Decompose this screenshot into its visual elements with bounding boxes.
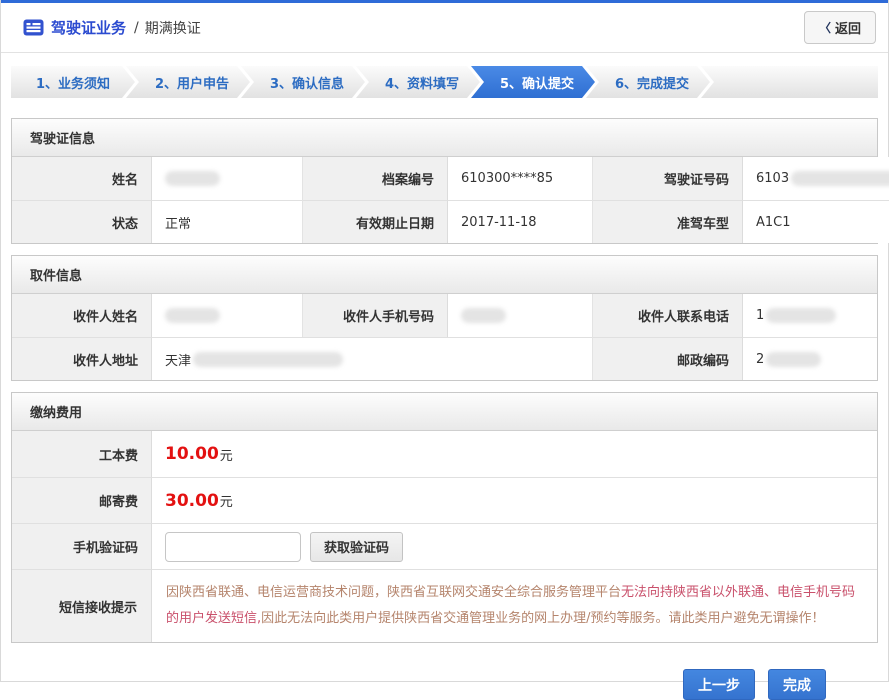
redacted-address	[193, 352, 343, 367]
license-no-label: 驾驶证号码	[593, 157, 743, 200]
chevron-left-icon: 〈	[819, 19, 831, 36]
pickup-section-title: 取件信息	[12, 256, 877, 294]
sms-notice-text-3: 因此无法向此类用户提供陕西省交通管理业务的网上办理/预约等服务。请此类用户避免无…	[261, 611, 824, 626]
back-button-label: 返回	[835, 18, 861, 37]
license-no-value: 6103〈	[743, 157, 889, 200]
step-4-fill-data[interactable]: 4、资料填写	[356, 66, 480, 98]
breadcrumb-current: 期满换证	[145, 18, 201, 38]
recipient-phone-label: 收件人联系电话	[593, 294, 743, 337]
recipient-name-label: 收件人姓名	[12, 294, 152, 337]
step-progress-bar: 1、业务须知 2、用户申告 3、确认信息 4、资料填写 5、确认提交 6、完成提…	[11, 66, 878, 98]
page-header: 驾驶证业务 / 期满换证 〈 返回	[1, 3, 888, 53]
redacted-recipient-mobile	[461, 308, 506, 323]
step-3-confirm-info[interactable]: 3、确认信息	[241, 66, 365, 98]
production-fee-value: 10.00元	[152, 431, 877, 477]
step-2-user-declaration[interactable]: 2、用户申告	[126, 66, 250, 98]
finish-button[interactable]: 完成	[768, 669, 826, 700]
footer-actions: 上一步 完成	[1, 669, 826, 700]
recipient-phone-value: 1	[743, 294, 877, 337]
license-list-icon	[23, 19, 44, 36]
postcode-value: 2	[743, 337, 877, 380]
step-6-complete-submit[interactable]: 6、完成提交	[586, 66, 710, 98]
pickup-info-section: 取件信息 收件人姓名 收件人手机号码 收件人联系电话 1 收件人地址 天津 邮政…	[11, 255, 878, 381]
mailing-fee-label: 邮寄费	[12, 477, 152, 523]
vehicle-type-value: A1C1	[743, 200, 889, 243]
page-title: 驾驶证业务	[51, 17, 126, 38]
redacted-name	[165, 171, 220, 186]
mailing-fee-value: 30.00元	[152, 477, 877, 523]
back-button[interactable]: 〈 返回	[804, 11, 876, 44]
step-5-confirm-submit[interactable]: 5、确认提交	[471, 66, 595, 98]
license-info-section: 驾驶证信息 姓名 档案编号 610300****85 驾驶证号码 6103〈 状…	[11, 118, 878, 244]
captcha-label: 手机验证码	[12, 523, 152, 569]
address-label: 收件人地址	[12, 337, 152, 380]
address-value: 天津	[152, 337, 593, 380]
status-label: 状态	[12, 200, 152, 243]
redacted-license-no	[791, 171, 889, 186]
vehicle-type-label: 准驾车型	[593, 200, 743, 243]
postcode-label: 邮政编码	[593, 337, 743, 380]
previous-step-button[interactable]: 上一步	[683, 669, 755, 700]
sms-notice-value: 因陕西省联通、电信运营商技术问题，陕西省互联网交通安全综合服务管理平台无法向持陕…	[152, 569, 877, 642]
redacted-recipient-phone	[766, 308, 836, 323]
step-bar-filler	[701, 66, 878, 98]
redacted-recipient-name	[165, 308, 220, 323]
expiry-value: 2017-11-18	[448, 200, 593, 243]
recipient-mobile-value	[448, 294, 593, 337]
recipient-mobile-label: 收件人手机号码	[303, 294, 448, 337]
name-label: 姓名	[12, 157, 152, 200]
sms-notice-text-1: 因陕西省联通、电信运营商技术问题，陕西省互联网交通安全综合服务管理平台	[166, 585, 621, 600]
fees-section: 缴纳费用 工本费 10.00元 邮寄费 30.00元 手机验证码 获取验证码 短…	[11, 392, 878, 643]
fees-section-title: 缴纳费用	[12, 393, 877, 431]
captcha-row: 获取验证码	[152, 523, 877, 569]
file-no-value: 610300****85	[448, 157, 593, 200]
license-section-title: 驾驶证信息	[12, 119, 877, 157]
name-value	[152, 157, 303, 200]
expiry-label: 有效期止日期	[303, 200, 448, 243]
step-1-business-notice[interactable]: 1、业务须知	[11, 66, 135, 98]
file-no-label: 档案编号	[303, 157, 448, 200]
sms-notice-label: 短信接收提示	[12, 569, 152, 642]
production-fee-label: 工本费	[12, 431, 152, 477]
breadcrumb-separator: /	[134, 20, 139, 36]
captcha-input[interactable]	[165, 532, 301, 562]
status-value: 正常	[152, 200, 303, 243]
redacted-postcode	[766, 352, 821, 367]
get-captcha-button[interactable]: 获取验证码	[310, 532, 403, 562]
recipient-name-value	[152, 294, 303, 337]
